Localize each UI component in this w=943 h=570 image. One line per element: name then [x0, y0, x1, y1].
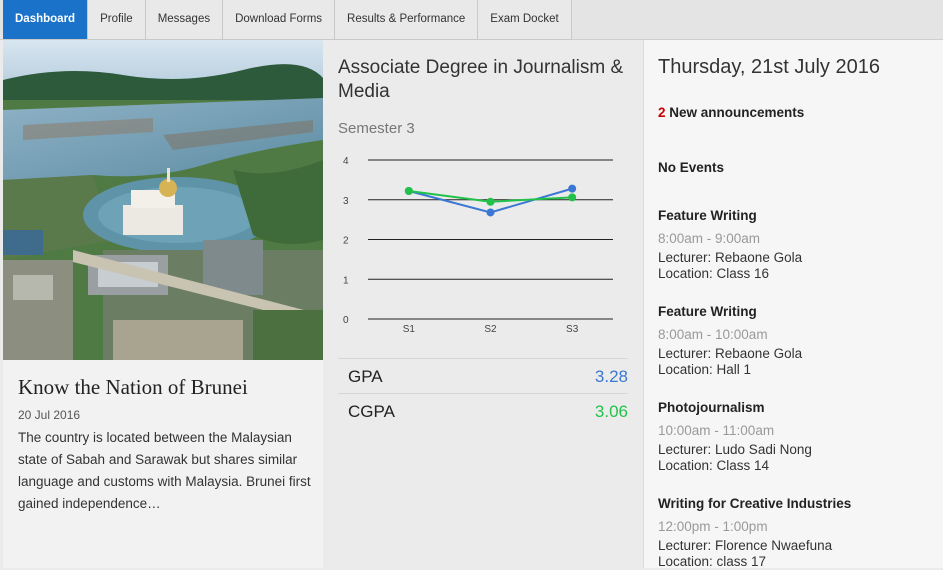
event-location: Location: Class 14 [658, 458, 770, 473]
event-item[interactable]: Feature Writing 8:00am - 10:00am Lecture… [658, 304, 938, 378]
gpa-value: 3.28 [594, 367, 628, 386]
article-title[interactable]: Know the Nation of Brunei [18, 375, 248, 400]
gpa-row: GPA 3.28 [338, 358, 628, 393]
event-time: 8:00am - 9:00am [658, 231, 761, 246]
event-lecturer: Lecturer: Ludo Sadi Nong [658, 442, 812, 457]
event-lecturer: Lecturer: Florence Nwaefuna [658, 538, 833, 553]
top-nav: Dashboard Profile Messages Download Form… [0, 0, 943, 40]
tab-exam-docket[interactable]: Exam Docket [478, 0, 572, 40]
tab-download-forms[interactable]: Download Forms [223, 0, 336, 40]
announcements-label: New announcements [669, 105, 805, 120]
event-item[interactable]: Feature Writing 8:00am - 9:00am Lecturer… [658, 208, 938, 282]
event-name: Feature Writing [658, 304, 757, 319]
x-tick-label: S1 [403, 324, 416, 333]
tab-messages[interactable]: Messages [145, 0, 224, 40]
event-name: Feature Writing [658, 208, 757, 223]
program-title: Associate Degree in Journalism & Media [338, 57, 624, 102]
event-lecturer: Lecturer: Rebaone Gola [658, 346, 803, 361]
y-tick-label: 2 [343, 236, 349, 247]
gpa-line-chart: 0 1 2 3 4 S1 S2 S3 [343, 156, 613, 333]
event-time: 12:00pm - 1:00pm [658, 519, 768, 534]
article-date: 20 Jul 2016 [18, 408, 81, 422]
article-photo[interactable] [3, 40, 323, 360]
y-tick-label: 1 [343, 275, 349, 286]
news-card[interactable]: Know the Nation of Brunei 20 Jul 2016 Th… [3, 40, 323, 568]
cgpa-value: 3.06 [594, 402, 628, 421]
event-lecturer: Lecturer: Rebaone Gola [658, 250, 803, 265]
current-date: Thursday, 21st July 2016 [658, 56, 880, 78]
data-point [568, 184, 577, 193]
gpa-label: GPA [348, 367, 383, 386]
brunei-aerial-image [3, 40, 323, 360]
no-events-label: No Events [658, 160, 725, 175]
event-item[interactable]: Writing for Creative Industries 12:00pm … [658, 496, 938, 570]
y-tick-label: 3 [343, 196, 349, 207]
tab-results-performance[interactable]: Results & Performance [335, 0, 479, 40]
event-time: 10:00am - 11:00am [658, 423, 775, 438]
data-point [486, 197, 495, 206]
nav-tabs: Dashboard Profile Messages Download Form… [3, 0, 572, 40]
event-item[interactable]: Photojournalism 10:00am - 11:00am Lectur… [658, 400, 938, 474]
academic-summary: Associate Degree in Journalism & Media S… [323, 40, 643, 568]
event-name: Photojournalism [658, 400, 765, 415]
data-point [404, 187, 413, 196]
x-tick-label: S3 [566, 324, 579, 333]
event-location: Location: Class 16 [658, 266, 770, 281]
y-tick-label: 0 [343, 315, 349, 326]
tab-profile[interactable]: Profile [88, 0, 146, 40]
data-point [486, 208, 495, 217]
article-excerpt: The country is located between the Malay… [18, 430, 311, 511]
announcements-count: 2 [658, 105, 666, 120]
semester-label: Semester 3 [338, 120, 415, 137]
event-time: 8:00am - 10:00am [658, 327, 768, 342]
tab-dashboard[interactable]: Dashboard [3, 0, 89, 40]
y-tick-label: 4 [343, 156, 349, 167]
cgpa-label: CGPA [348, 402, 395, 421]
announcements-link[interactable]: 2 New announcements [658, 105, 804, 120]
event-location: Location: Hall 1 [658, 362, 752, 377]
schedule-sidebar: Thursday, 21st July 2016 2 New announcem… [643, 40, 943, 570]
data-point [568, 193, 577, 202]
x-tick-label: S2 [484, 324, 497, 333]
cgpa-row: CGPA 3.06 [338, 393, 628, 428]
event-name: Writing for Creative Industries [658, 496, 852, 511]
